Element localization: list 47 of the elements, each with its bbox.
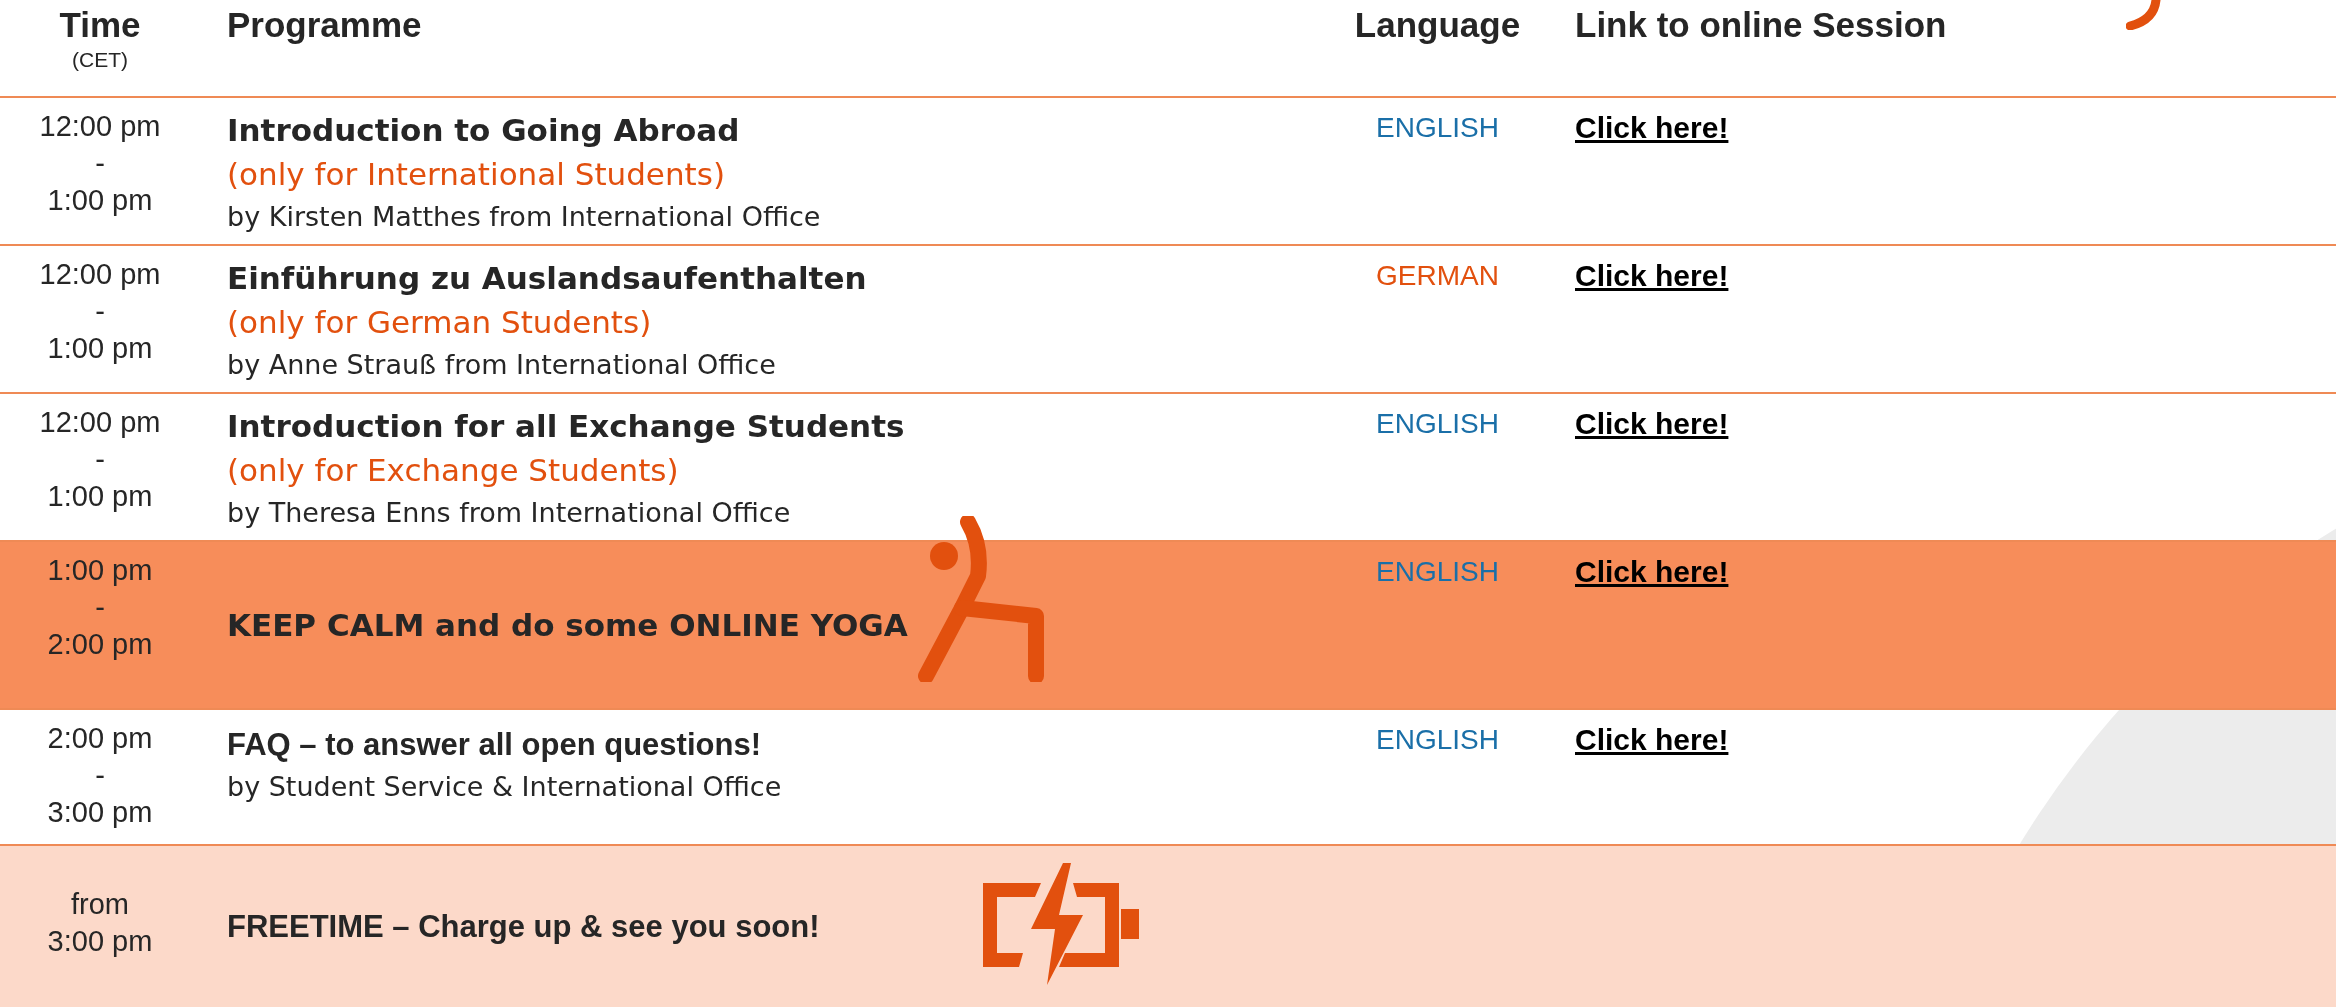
decoration-arc [2126, 0, 2162, 30]
time-text: 2:00 pm [47, 721, 153, 756]
speaker-text: by Anne Strauß from International Office [227, 348, 777, 382]
session-note: (only for Exchange Students) [227, 451, 680, 490]
session-note: (only for International Students) [227, 155, 726, 194]
session-link[interactable]: Click here! [1575, 555, 1729, 588]
column-header: Programme [227, 5, 422, 44]
session-title: FAQ – to answer all open questions! [227, 726, 762, 764]
time-text: - [95, 590, 105, 625]
session-title: FREETIME – Charge up & see you soon! [227, 908, 821, 946]
language-label: ENGLISH [1376, 723, 1499, 757]
time-text: 2:00 pm [47, 627, 153, 662]
language-label: ENGLISH [1376, 111, 1499, 145]
time-text: 1:00 pm [47, 331, 153, 366]
time-text: 1:00 pm [47, 479, 153, 514]
speaker-text: by Theresa Enns from International Office [227, 496, 792, 530]
time-text: - [95, 758, 105, 793]
time-text: - [95, 146, 105, 181]
column-header: Time [59, 4, 141, 46]
column-header: Language [1354, 4, 1521, 46]
session-title: Introduction to Going Abroad [227, 111, 741, 150]
time-text: 3:00 pm [47, 924, 153, 959]
time-text: - [95, 294, 105, 329]
yoga-pose-icon [916, 516, 1046, 682]
column-note: (CET) [72, 47, 128, 73]
speaker-text: by Kirsten Matthes from International Office [227, 200, 822, 234]
time-text: 12:00 pm [39, 405, 161, 440]
time-text: 12:00 pm [39, 257, 161, 292]
language-label: ENGLISH [1376, 407, 1499, 441]
session-title: Einführung zu Auslandsaufenthalten [227, 259, 868, 298]
time-text: 1:00 pm [47, 183, 153, 218]
time-text: 1:00 pm [47, 553, 153, 588]
speaker-text: by Student Service & International Office [227, 770, 783, 804]
session-title: Introduction for all Exchange Students [227, 407, 906, 446]
time-text: from [71, 887, 129, 922]
session-note: (only for German Students) [227, 303, 653, 342]
session-title: KEEP CALM and do some ONLINE YOGA [227, 606, 909, 645]
session-link[interactable]: Click here! [1575, 259, 1729, 292]
language-label: GERMAN [1376, 259, 1499, 293]
session-link[interactable]: Click here! [1575, 723, 1729, 756]
session-link[interactable]: Click here! [1575, 111, 1729, 144]
time-text: 3:00 pm [47, 795, 153, 830]
column-header: Link to online Session [1575, 5, 1947, 44]
session-link[interactable]: Click here! [1575, 407, 1729, 440]
time-text: - [95, 442, 105, 477]
language-label: ENGLISH [1376, 555, 1499, 589]
time-text: 12:00 pm [39, 109, 161, 144]
